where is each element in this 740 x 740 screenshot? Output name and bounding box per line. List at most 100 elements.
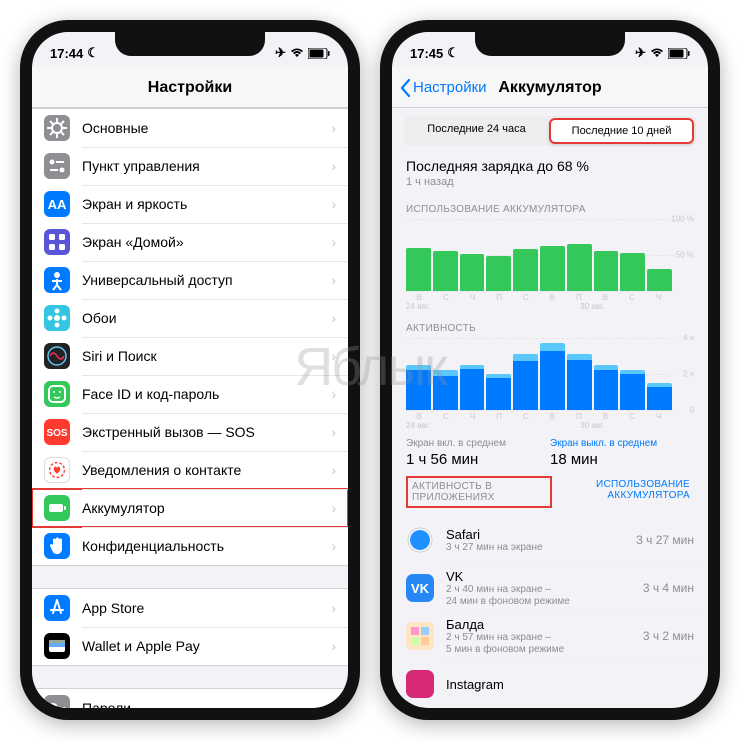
x-tick: Ч	[459, 293, 486, 302]
row-label: Экран «Домой»	[82, 234, 331, 250]
settings-list[interactable]: Основные›Пункт управления›AAЭкран и ярко…	[32, 108, 348, 708]
chevron-icon: ›	[331, 700, 336, 708]
usage-bar	[594, 251, 619, 291]
usage-bar	[486, 256, 511, 291]
y-label-100: 100 %	[671, 215, 694, 224]
y-label-4: 4 ч	[683, 334, 694, 343]
date-a: 24 авг.	[406, 302, 459, 311]
avg-screen-off-value: 18 мин	[550, 451, 694, 468]
battery-usage-chart: 100 % 50 %	[406, 219, 694, 291]
usage-header: ИСПОЛЬЗОВАНИЕ АККУМУЛЯТОРА	[406, 204, 694, 215]
svg-text:VK: VK	[411, 581, 430, 596]
avg-screen-on-value: 1 ч 56 мин	[406, 451, 550, 468]
x-tick: С	[512, 293, 539, 302]
segment-10d[interactable]: Последние 10 дней	[549, 118, 694, 144]
activity-bar	[460, 365, 485, 410]
tab-app-activity[interactable]: АКТИВНОСТЬ В ПРИЛОЖЕНИЯХ	[406, 476, 552, 508]
heart-icon	[44, 457, 70, 483]
row-label: Пароли	[82, 700, 331, 708]
app-row-vk[interactable]: VKVK2 ч 40 мин на экране – 24 мин в фоно…	[392, 564, 708, 612]
x-tick: П	[566, 293, 593, 302]
balda-icon	[406, 622, 434, 650]
x-tick: П	[486, 412, 513, 421]
usage-bar	[433, 251, 458, 291]
x-tick: Ч	[459, 412, 486, 421]
row-label: Уведомления о контакте	[82, 462, 331, 478]
chevron-icon: ›	[331, 234, 336, 250]
app-row-ig[interactable]: Instagram	[392, 660, 708, 708]
view-tabs[interactable]: АКТИВНОСТЬ В ПРИЛОЖЕНИЯХ ИСПОЛЬЗОВАНИЕ А…	[406, 476, 694, 508]
grid-icon	[44, 229, 70, 255]
x-tick: С	[433, 412, 460, 421]
activity-header: АКТИВНОСТЬ	[406, 323, 694, 334]
settings-row-sos[interactable]: SOSЭкстренный вызов — SOS›	[32, 413, 348, 451]
avg-screen-on-label: Экран вкл. в среднем	[406, 438, 550, 449]
back-label: Настройки	[413, 79, 487, 96]
vk-icon: VK	[406, 574, 434, 602]
back-button[interactable]: Настройки	[400, 79, 487, 97]
gear-icon	[44, 115, 70, 141]
x-tick: В	[592, 412, 619, 421]
avg-screen-off-label: Экран выкл. в среднем	[550, 438, 694, 449]
svg-text:SOS: SOS	[46, 428, 67, 439]
x-tick: П	[486, 293, 513, 302]
activity-bar	[647, 383, 672, 410]
settings-row-battery[interactable]: Аккумулятор›	[32, 489, 348, 527]
x-tick: В	[592, 293, 619, 302]
activity-bar	[513, 354, 538, 410]
row-label: Экран и яркость	[82, 196, 331, 212]
chevron-icon: ›	[331, 386, 336, 402]
time-range-segment[interactable]: Последние 24 часа Последние 10 дней	[404, 116, 696, 146]
activity-bar	[406, 365, 431, 410]
svg-text:AA: AA	[48, 197, 67, 212]
x-tick: Ч	[645, 412, 672, 421]
wifi-icon	[650, 48, 664, 58]
row-label: Универсальный доступ	[82, 272, 331, 288]
settings-row-heart[interactable]: Уведомления о контакте›	[32, 451, 348, 489]
activity-bar	[567, 354, 592, 410]
settings-row-aa[interactable]: AA Экран и яркость›	[32, 185, 348, 223]
status-time: 17:45	[410, 46, 443, 61]
usage-bar	[540, 246, 565, 291]
settings-row-hand[interactable]: Конфиденциальность›	[32, 527, 348, 565]
segment-24h[interactable]: Последние 24 часа	[406, 118, 547, 144]
settings-row-gear[interactable]: Основные›	[32, 109, 348, 147]
app-row-balda[interactable]: Балда2 ч 57 мин на экране – 5 мин в фоно…	[392, 612, 708, 660]
usage-bar	[567, 244, 592, 291]
ig-icon	[406, 670, 434, 698]
switches-icon	[44, 153, 70, 179]
airplane-icon: ✈	[635, 45, 646, 61]
usage-bar	[460, 254, 485, 291]
activity-bar	[540, 343, 565, 410]
moon-icon: ☾	[87, 45, 99, 61]
settings-row-wallet[interactable]: Wallet и Apple Pay›	[32, 627, 348, 665]
row-label: Конфиденциальность	[82, 538, 331, 554]
settings-row-grid[interactable]: Экран «Домой»›	[32, 223, 348, 261]
notch	[115, 32, 265, 56]
settings-row-siri[interactable]: Siri и Поиск›	[32, 337, 348, 375]
row-label: Основные	[82, 120, 331, 136]
tab-battery-usage[interactable]: ИСПОЛЬЗОВАНИЕ АККУМУЛЯТОРА	[552, 476, 694, 508]
settings-row-switches[interactable]: Пункт управления›	[32, 147, 348, 185]
settings-row-flower[interactable]: Обои›	[32, 299, 348, 337]
app-row-safari[interactable]: Safari3 ч 27 мин на экране3 ч 27 мин	[392, 516, 708, 564]
row-label: Обои	[82, 310, 331, 326]
x-tick: В	[539, 293, 566, 302]
chevron-icon: ›	[331, 158, 336, 174]
chevron-icon: ›	[331, 600, 336, 616]
flower-icon	[44, 305, 70, 331]
chevron-icon: ›	[331, 120, 336, 136]
app-desc: 2 ч 57 мин на экране – 5 мин в фоновом р…	[446, 632, 643, 656]
settings-row-faceid[interactable]: Face ID и код-пароль›	[32, 375, 348, 413]
phone-left: 17:44 ☾ ✈ Настройки Основные›Пункт управ…	[20, 20, 360, 720]
chevron-icon: ›	[331, 196, 336, 212]
activity-bar	[620, 370, 645, 410]
row-label: Wallet и Apple Pay	[82, 638, 331, 654]
battery-content[interactable]: Последние 24 часа Последние 10 дней Посл…	[392, 108, 708, 708]
settings-row-key[interactable]: Пароли›	[32, 689, 348, 708]
date-b2: 30 авг.	[566, 421, 619, 430]
x-tick: В	[539, 412, 566, 421]
chevron-icon: ›	[331, 638, 336, 654]
settings-row-person[interactable]: Универсальный доступ›	[32, 261, 348, 299]
settings-row-astore[interactable]: App Store›	[32, 589, 348, 627]
